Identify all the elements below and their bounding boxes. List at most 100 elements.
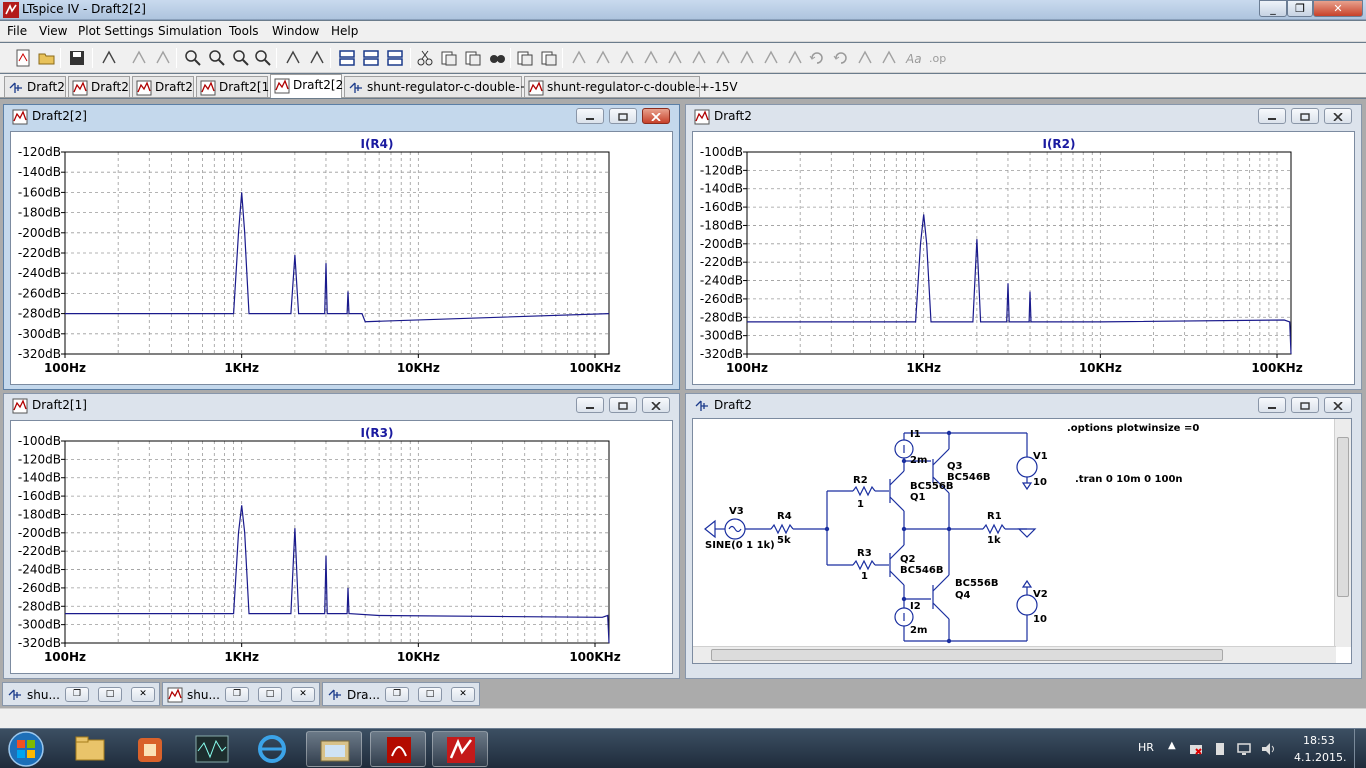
spectrum-trace[interactable] xyxy=(747,214,1292,355)
child-restore-button[interactable] xyxy=(609,397,637,413)
save-icon[interactable] xyxy=(68,49,86,67)
print-preview-icon[interactable] xyxy=(516,49,534,67)
menu-help[interactable]: Help xyxy=(331,24,358,38)
spice-directive-tran[interactable]: .tran 0 10m 0 100n xyxy=(1075,474,1183,485)
tile-horizontal-icon[interactable] xyxy=(338,49,356,67)
maximize-button[interactable]: □ xyxy=(258,687,282,702)
zoom-out-icon[interactable] xyxy=(232,49,250,67)
move-icon[interactable] xyxy=(762,49,780,67)
minimized-window-shunt-schematic[interactable]: shu... ❐ □ ✕ xyxy=(2,682,160,706)
plot-window-draft2-1[interactable]: Draft2[1] -100dB -120dB -140dB -160dB -180dB… xyxy=(3,393,680,679)
undo-icon[interactable] xyxy=(808,49,826,67)
restore-button[interactable]: ❐ xyxy=(225,687,249,702)
taskbar-app-2[interactable] xyxy=(122,731,178,767)
schematic-window-draft2[interactable]: Draft2 .options plotwinsize =0 .tran 0 1… xyxy=(685,393,1362,679)
find-icon[interactable] xyxy=(488,49,506,67)
mark-icon[interactable] xyxy=(308,49,326,67)
clock-time[interactable]: 18:53 xyxy=(1303,734,1335,747)
child-restore-button[interactable] xyxy=(1291,108,1319,124)
label-icon[interactable] xyxy=(618,49,636,67)
control-panel-icon[interactable] xyxy=(100,49,118,67)
spectrum-chart-ir2[interactable]: -100dB -120dB -140dB -160dB -180dB -200dB -220… xyxy=(693,132,1354,384)
device-icon[interactable] xyxy=(1212,741,1228,757)
tab-draft2-1[interactable]: Draft2[1] xyxy=(196,76,274,97)
spice-directive-icon[interactable]: .op xyxy=(928,49,946,67)
action-center-icon[interactable] xyxy=(1188,741,1204,757)
halt-icon[interactable] xyxy=(154,49,172,67)
taskbar-explorer-window[interactable] xyxy=(306,731,362,767)
child-close-button[interactable] xyxy=(1324,108,1352,124)
child-titlebar[interactable]: Draft2 xyxy=(686,105,1361,127)
trace-label[interactable]: I(R2) xyxy=(1042,137,1075,151)
spice-directive-options[interactable]: .options plotwinsize =0 xyxy=(1067,423,1199,434)
close-button[interactable]: ✕ xyxy=(1313,0,1363,17)
plot-pane[interactable]: -100dB -120dB -140dB -160dB -180dB -200dB -220… xyxy=(10,420,673,674)
taskbar-pdf-reader[interactable] xyxy=(370,731,426,767)
tab-draft2-plot-a[interactable]: Draft2 xyxy=(68,76,130,97)
tab-draft2-2[interactable]: Draft2[2] xyxy=(270,74,348,98)
minimize-button[interactable]: _ xyxy=(1259,0,1287,17)
component-icon[interactable] xyxy=(738,49,756,67)
tab-shunt-regulator-schematic[interactable]: shunt-regulator-c-double-+-15V xyxy=(344,76,558,97)
resistor-icon[interactable] xyxy=(642,49,660,67)
maximize-button[interactable]: □ xyxy=(98,687,122,702)
zoom-pan-icon[interactable] xyxy=(208,49,226,67)
new-schematic-icon[interactable] xyxy=(14,49,32,67)
menu-file[interactable]: File xyxy=(7,24,27,38)
schematic-canvas[interactable]: .options plotwinsize =0 .tran 0 10m 0 10… xyxy=(692,418,1352,664)
menu-window[interactable]: Window xyxy=(272,24,319,38)
redo-icon[interactable] xyxy=(832,49,850,67)
print-icon[interactable] xyxy=(540,49,558,67)
restore-button[interactable]: ❐ xyxy=(65,687,89,702)
child-titlebar[interactable]: Draft2 xyxy=(686,394,1361,416)
vertical-scrollbar[interactable] xyxy=(1334,419,1351,647)
run-icon[interactable] xyxy=(130,49,148,67)
menu-plot-settings[interactable]: Plot Settings xyxy=(78,24,154,38)
show-desktop-button[interactable] xyxy=(1354,729,1366,768)
horizontal-scroll-thumb[interactable] xyxy=(711,649,1223,661)
child-minimize-button[interactable] xyxy=(576,108,604,124)
cascade-icon[interactable] xyxy=(362,49,380,67)
zoom-in-icon[interactable] xyxy=(184,49,202,67)
network-icon[interactable] xyxy=(1236,741,1252,757)
child-minimize-button[interactable] xyxy=(576,397,604,413)
trace-label[interactable]: I(R3) xyxy=(360,426,393,440)
capacitor-icon[interactable] xyxy=(666,49,684,67)
child-close-button[interactable] xyxy=(1324,397,1352,413)
tile-vertical-icon[interactable] xyxy=(386,49,404,67)
plot-pane[interactable]: -100dB -120dB -140dB -160dB -180dB -200dB -220… xyxy=(692,131,1355,385)
rotate-icon[interactable] xyxy=(856,49,874,67)
child-restore-button[interactable] xyxy=(609,108,637,124)
menu-simulation[interactable]: Simulation xyxy=(158,24,222,38)
paste-icon[interactable] xyxy=(464,49,482,67)
minimized-window-shunt-plot[interactable]: shu... ❐ □ ✕ xyxy=(162,682,320,706)
taskbar-internet-explorer[interactable] xyxy=(244,731,300,767)
start-button[interactable] xyxy=(6,730,46,768)
taskbar-explorer[interactable] xyxy=(62,731,118,767)
tab-draft2-schematic[interactable]: Draft2 xyxy=(4,76,66,97)
spectrum-trace[interactable] xyxy=(65,192,610,323)
child-close-button[interactable] xyxy=(642,108,670,124)
text-icon[interactable]: Aa xyxy=(904,49,922,67)
drag-icon[interactable] xyxy=(786,49,804,67)
tab-shunt-regulator-plot[interactable]: shunt-regulator-c-double-+-15V xyxy=(524,76,738,97)
close-button[interactable]: ✕ xyxy=(451,687,475,702)
child-close-button[interactable] xyxy=(642,397,670,413)
copy-icon[interactable] xyxy=(440,49,458,67)
maximize-button[interactable]: □ xyxy=(418,687,442,702)
plot-window-draft2-2[interactable]: Draft2[2] -120dB -140dB -160dB -180dB -200dB… xyxy=(3,104,680,390)
trace-label[interactable]: I(R4) xyxy=(360,137,393,151)
cut-icon[interactable] xyxy=(416,49,434,67)
ground-icon[interactable] xyxy=(594,49,612,67)
vertical-scroll-thumb[interactable] xyxy=(1337,437,1349,597)
minimized-window-draft[interactable]: Dra... ❐ □ ✕ xyxy=(322,682,480,706)
menu-view[interactable]: View xyxy=(39,24,67,38)
spectrum-chart-ir3[interactable]: -100dB -120dB -140dB -160dB -180dB -200dB -220… xyxy=(11,421,672,673)
show-hidden-icons[interactable]: ▲ xyxy=(1168,740,1176,751)
close-button[interactable]: ✕ xyxy=(291,687,315,702)
restore-button[interactable]: ❐ xyxy=(385,687,409,702)
spectrum-chart-ir4[interactable]: -120dB -140dB -160dB -180dB -200dB -220dB -240… xyxy=(11,132,672,384)
menu-tools[interactable]: Tools xyxy=(229,24,259,38)
child-titlebar[interactable]: Draft2[1] xyxy=(4,394,679,416)
mirror-icon[interactable] xyxy=(880,49,898,67)
